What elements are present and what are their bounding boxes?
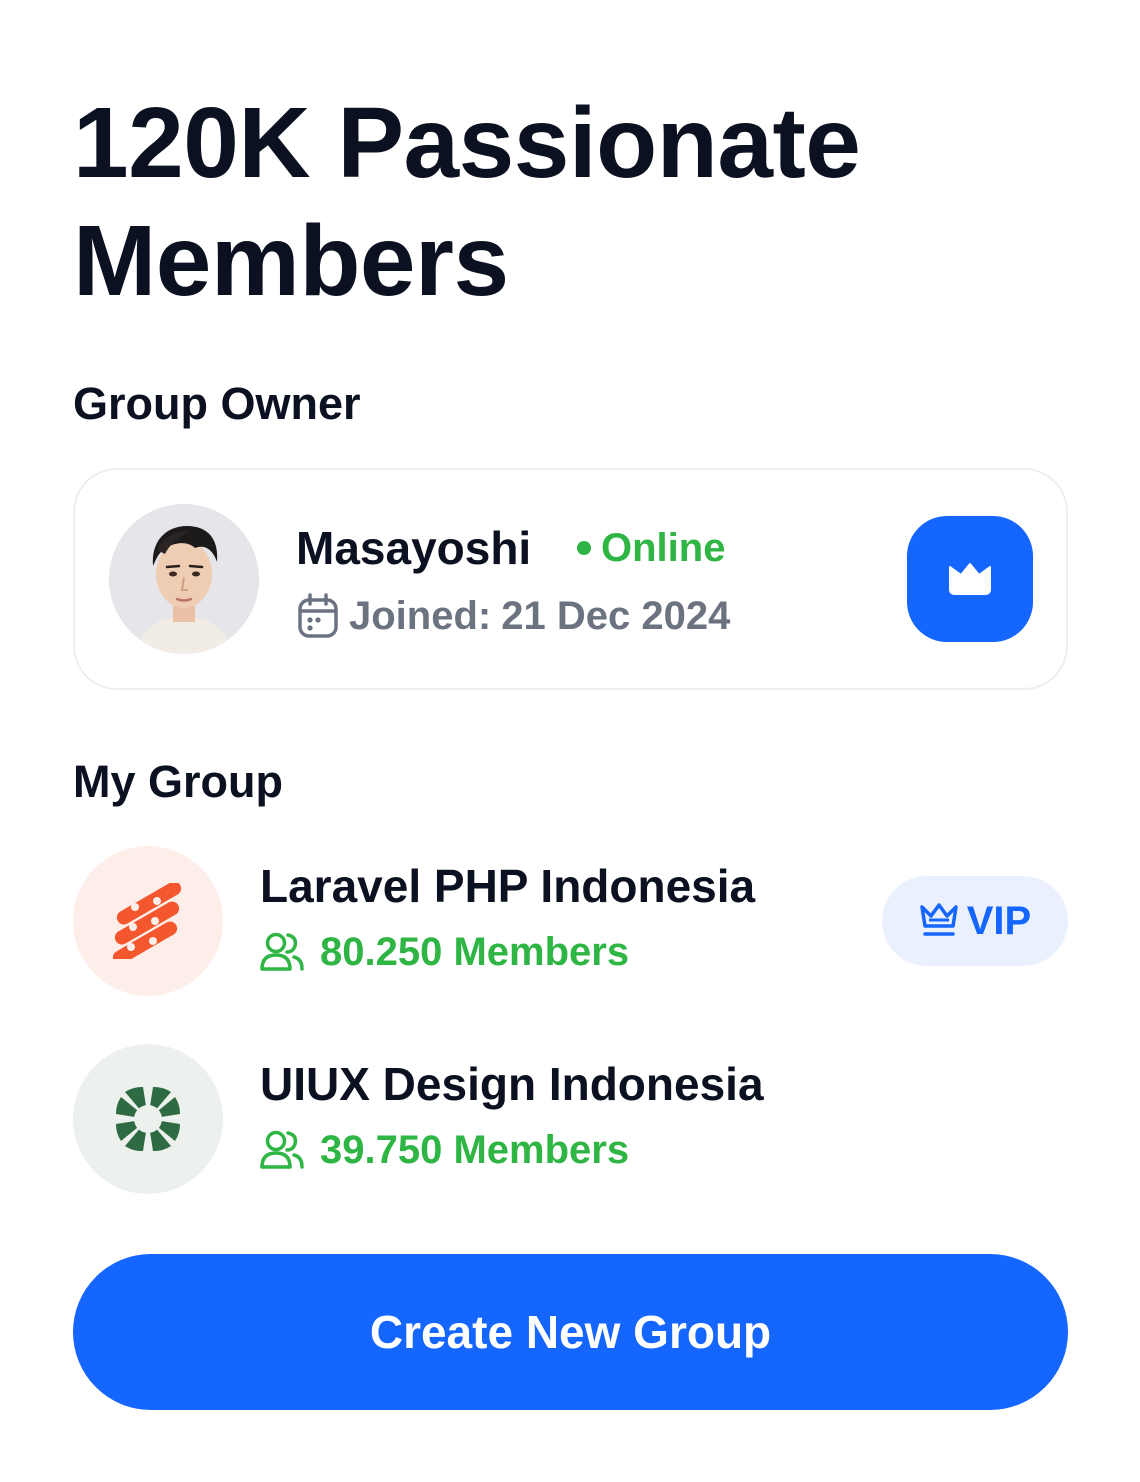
laravel-group-logo (73, 846, 223, 996)
joined-info: Joined: 21 Dec 2024 (297, 590, 730, 642)
vip-label: VIP (966, 898, 1032, 943)
vip-crown-icon (920, 903, 958, 936)
owner-avatar (109, 504, 259, 654)
group-member-count: 80.250 Members (260, 926, 629, 978)
uiux-group-logo (73, 1044, 223, 1194)
status-label: Online (601, 526, 726, 570)
group-members-label: 39.750 Members (320, 1128, 630, 1172)
page-title: 120K Passionate Members (73, 87, 861, 317)
laravel-logo-icon (112, 883, 182, 959)
online-status: Online (577, 522, 725, 574)
calendar-icon (298, 593, 338, 638)
joined-date: 21 Dec 2024 (501, 594, 731, 638)
owner-avatar-image (109, 504, 259, 654)
vip-badge: VIP (882, 876, 1068, 966)
users-icon (260, 1130, 304, 1169)
create-new-group-button[interactable]: Create New Group (73, 1254, 1068, 1410)
group-owner-heading: Group Owner (73, 378, 361, 429)
my-group-heading: My Group (73, 756, 283, 807)
owner-card: Masayoshi Online Joined: 21 Dec 2024 (73, 468, 1068, 690)
group-item-laravel[interactable]: Laravel PHP Indonesia 80.250 Members VIP (73, 846, 1068, 996)
users-icon (260, 932, 304, 971)
group-members-label: 80.250 Members (320, 930, 630, 974)
joined-label: Joined: (349, 594, 492, 638)
group-name: UIUX Design Indonesia (260, 1058, 764, 1110)
group-item-uiux[interactable]: UIUX Design Indonesia 39.750 Members (73, 1044, 1068, 1194)
uiux-logo-icon (115, 1086, 181, 1152)
group-member-count: 39.750 Members (260, 1124, 629, 1176)
status-dot (577, 541, 591, 555)
group-name: Laravel PHP Indonesia (260, 860, 756, 912)
crown-icon (949, 563, 991, 595)
owner-crown-button[interactable] (907, 516, 1033, 642)
owner-name: Masayoshi (296, 522, 532, 574)
group-page: 120K Passionate Members Group Owner Masa… (73, 0, 1068, 1482)
